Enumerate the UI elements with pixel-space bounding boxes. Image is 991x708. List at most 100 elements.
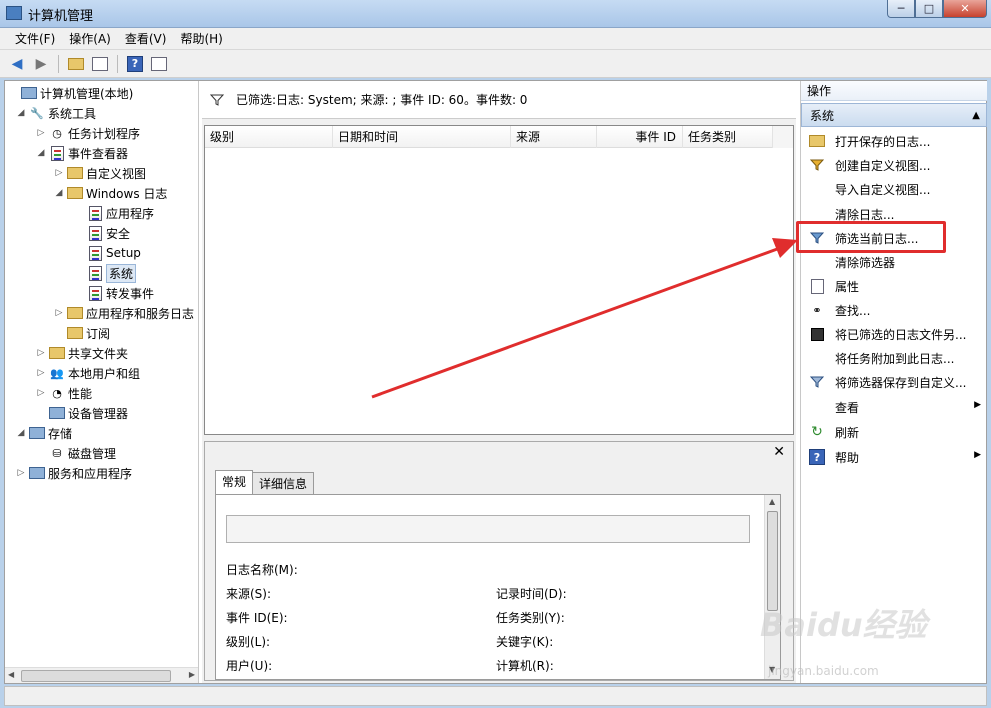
collapse-icon[interactable]: ◢ <box>53 188 65 198</box>
forward-arrow-icon: ▶ <box>35 55 47 72</box>
minimize-button[interactable]: ─ <box>887 0 915 18</box>
scroll-thumb[interactable] <box>21 670 171 682</box>
maximize-button[interactable]: □ <box>915 0 943 18</box>
expand-icon[interactable]: ▷ <box>53 168 65 178</box>
status-bar <box>4 686 987 706</box>
action-label: 属性 <box>835 279 860 294</box>
collapse-icon[interactable]: ◢ <box>15 428 27 438</box>
column-level[interactable]: 级别 <box>205 126 333 148</box>
action-open-saved-log[interactable]: 打开保存的日志... <box>801 129 987 153</box>
tree-item[interactable]: ◢ 🔧 系统工具 <box>15 103 96 123</box>
submenu-arrow-icon: ▶ <box>974 450 981 460</box>
action-properties[interactable]: 属性 <box>801 274 987 298</box>
scroll-up-icon[interactable]: ▲ <box>769 497 775 506</box>
folder-icon <box>67 185 83 201</box>
expand-icon[interactable]: ▷ <box>53 308 65 318</box>
menu-view[interactable]: 查看(V) <box>118 30 174 47</box>
tree-item[interactable]: ⛁ 磁盘管理 <box>35 443 116 463</box>
scroll-thumb[interactable] <box>767 511 778 611</box>
detail-tabs: 常规 详细信息 <box>215 470 315 494</box>
tree-item[interactable]: ◢ Windows 日志 <box>53 183 168 203</box>
action-help[interactable]: ? 帮助 ▶ <box>801 445 987 469</box>
collapse-up-icon[interactable]: ▲ <box>972 104 980 128</box>
tree-item[interactable]: 计算机管理(本地) <box>7 83 133 103</box>
log-icon <box>87 205 103 221</box>
tree-item[interactable]: 订阅 <box>53 323 110 343</box>
column-task-category[interactable]: 任务类别 <box>683 126 773 148</box>
expand-icon[interactable]: ▷ <box>35 368 47 378</box>
action-save-filter-to-custom-view[interactable]: 将筛选器保存到自定义... <box>801 370 987 394</box>
header-filler <box>773 126 793 148</box>
collapse-icon[interactable]: ◢ <box>35 148 47 158</box>
tree-item-label: 本地用户和组 <box>68 366 141 381</box>
tree-item[interactable]: ▷ 共享文件夹 <box>35 343 128 363</box>
tree-item-label: 服务和应用程序 <box>48 466 133 481</box>
help-button[interactable]: ? <box>124 53 146 75</box>
tree-item[interactable]: ◢ 存储 <box>15 423 72 443</box>
scroll-left-icon[interactable]: ◀ <box>8 670 14 679</box>
action-import-custom-view[interactable]: 导入自定义视图... <box>801 177 987 201</box>
detail-vertical-scrollbar[interactable]: ▲ ▼ <box>764 495 780 679</box>
submenu-arrow-icon: ▶ <box>974 400 981 410</box>
up-level-button[interactable] <box>65 53 87 75</box>
column-event-id[interactable]: 事件 ID <box>597 126 683 148</box>
event-message-box[interactable] <box>226 515 750 543</box>
close-icon[interactable]: ✕ <box>773 444 785 460</box>
tree-item[interactable]: ▷ 👥 本地用户和组 <box>35 363 140 383</box>
action-find[interactable]: ⚭ 查找... <box>801 298 987 322</box>
toolbar-separator <box>117 54 118 73</box>
folder-icon <box>67 165 83 181</box>
tree-item[interactable]: Setup <box>73 243 141 263</box>
collapse-icon[interactable]: ◢ <box>15 108 27 118</box>
action-create-custom-view[interactable]: 创建自定义视图... <box>801 153 987 177</box>
action-label: 导入自定义视图... <box>835 182 931 197</box>
event-list[interactable]: 级别 日期和时间 来源 事件 ID 任务类别 <box>204 125 794 435</box>
tree-item[interactable]: ▷ 应用程序和服务日志 <box>53 303 194 323</box>
close-button[interactable]: ✕ <box>943 0 987 18</box>
action-filter-current-log[interactable]: 筛选当前日志... <box>801 226 987 250</box>
column-datetime[interactable]: 日期和时间 <box>333 126 511 148</box>
expand-icon[interactable]: ▷ <box>35 348 47 358</box>
tree-item[interactable]: ▷ 服务和应用程序 <box>15 463 132 483</box>
actions-section-system[interactable]: 系统 ▲ <box>801 103 987 127</box>
expand-icon[interactable]: ▷ <box>35 388 47 398</box>
field-level: 级别(L): <box>226 635 271 649</box>
menu-help[interactable]: 帮助(H) <box>173 30 229 47</box>
menu-file[interactable]: 文件(F) <box>8 30 62 47</box>
main-frame: 计算机管理(本地) ◢ 🔧 系统工具 ▷ ◷ 任务计划程序 ◢ 事件查看器 ▷ … <box>4 80 987 684</box>
column-source[interactable]: 来源 <box>511 126 597 148</box>
action-clear-log[interactable]: 清除日志... <box>801 202 987 226</box>
scroll-right-icon[interactable]: ▶ <box>189 670 195 679</box>
tree-item-selected[interactable]: 系统 <box>73 263 137 283</box>
action-attach-task[interactable]: 将任务附加到此日志... <box>801 346 987 370</box>
action-clear-filter[interactable]: 清除筛选器 <box>801 250 987 274</box>
tree-item[interactable]: 转发事件 <box>73 283 154 303</box>
action-refresh[interactable]: ↻ 刷新 <box>801 420 987 444</box>
toolbar-separator <box>58 54 59 73</box>
menu-action[interactable]: 操作(A) <box>62 30 118 47</box>
tree-item[interactable]: 应用程序 <box>73 203 154 223</box>
blank-icon <box>809 399 825 415</box>
event-list-header: 级别 日期和时间 来源 事件 ID 任务类别 <box>205 126 793 148</box>
tab-details[interactable]: 详细信息 <box>252 472 315 494</box>
action-save-filtered-log[interactable]: 将已筛选的日志文件另... <box>801 322 987 346</box>
show-hide-action-pane-button[interactable] <box>148 53 170 75</box>
log-icon <box>87 245 103 261</box>
action-view[interactable]: 查看 ▶ <box>801 395 987 419</box>
show-hide-tree-button[interactable] <box>89 53 111 75</box>
tree-horizontal-scrollbar[interactable]: ◀ ▶ <box>5 667 198 683</box>
performance-icon: ◔ <box>52 386 62 400</box>
blank-icon <box>809 206 825 222</box>
tree-item-label: 自定义视图 <box>86 166 147 181</box>
back-button[interactable]: ◀ <box>6 53 28 75</box>
expand-icon[interactable]: ▷ <box>15 468 27 478</box>
tree-item[interactable]: 安全 <box>73 223 130 243</box>
tab-general[interactable]: 常规 <box>215 470 254 494</box>
tree-item[interactable]: 设备管理器 <box>35 403 128 423</box>
expand-icon[interactable]: ▷ <box>35 128 47 138</box>
tree-item[interactable]: ▷ ◔ 性能 <box>35 383 92 403</box>
tree-item[interactable]: ◢ 事件查看器 <box>35 143 128 163</box>
forward-button[interactable]: ▶ <box>30 53 52 75</box>
tree-item[interactable]: ▷ 自定义视图 <box>53 163 146 183</box>
tree-item[interactable]: ▷ ◷ 任务计划程序 <box>35 123 140 143</box>
